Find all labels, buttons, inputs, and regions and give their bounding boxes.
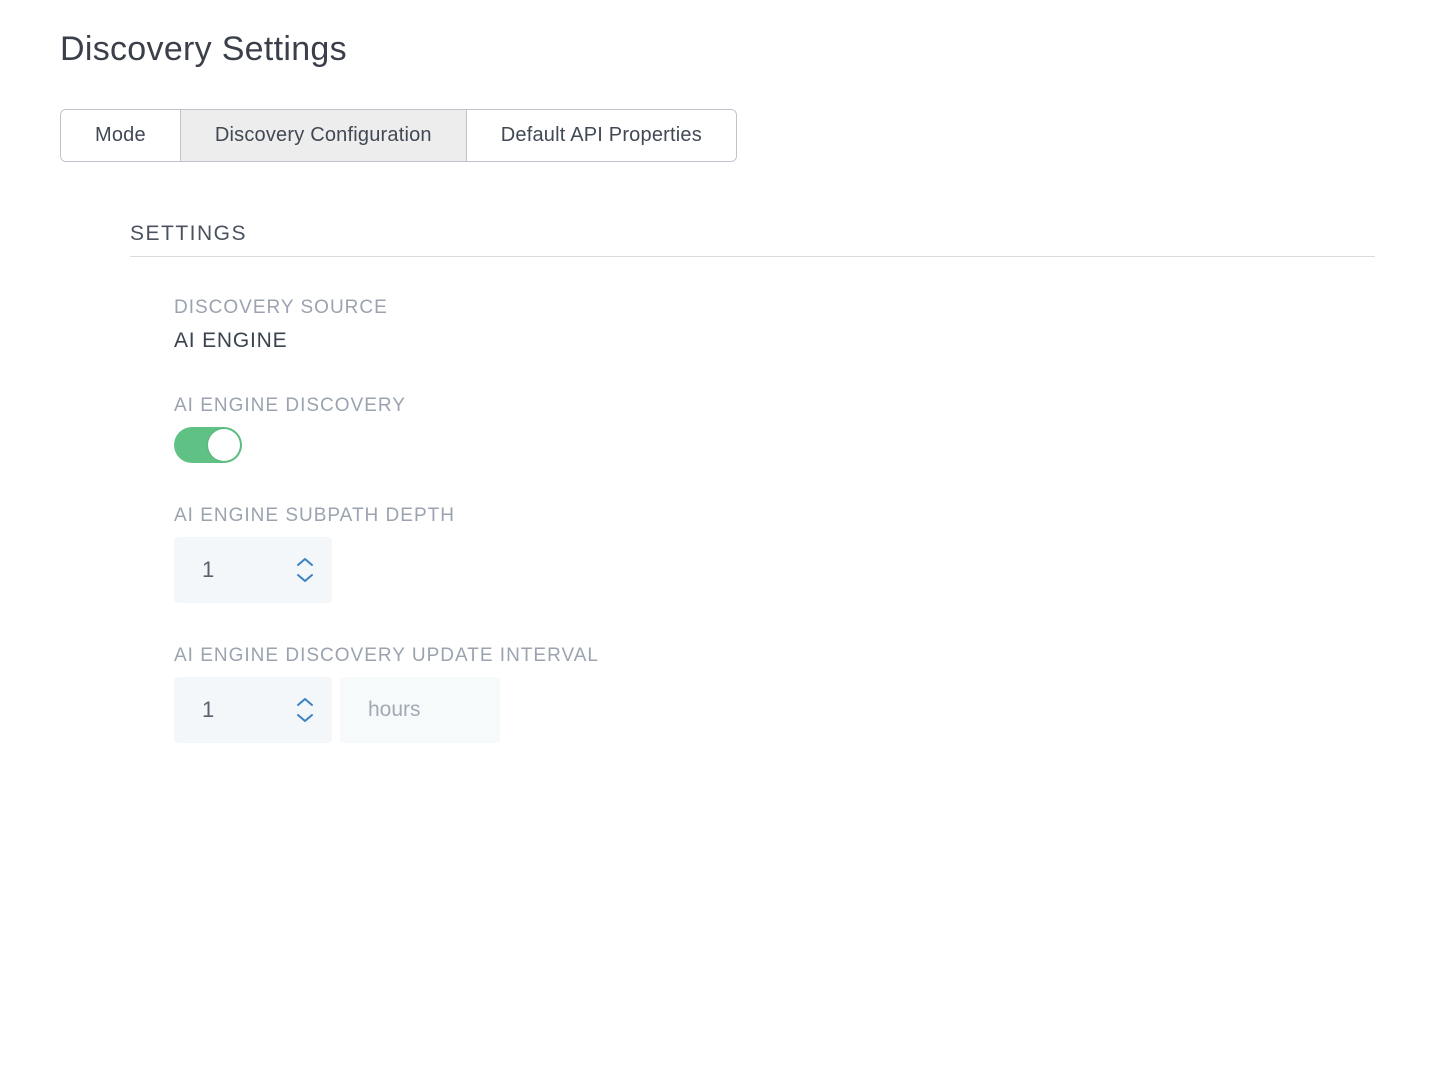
stepper-value: 1 xyxy=(202,697,214,723)
tab-default-api-properties[interactable]: Default API Properties xyxy=(466,110,736,161)
decrement-button[interactable] xyxy=(296,573,314,583)
toggle-knob xyxy=(208,429,240,461)
stepper-value: 1 xyxy=(202,557,214,583)
tab-discovery-configuration[interactable]: Discovery Configuration xyxy=(180,110,466,161)
field-ai-engine-discovery: AI ENGINE DISCOVERY xyxy=(174,395,1375,463)
field-label: DISCOVERY SOURCE xyxy=(174,297,1375,319)
chevron-up-icon xyxy=(296,697,314,707)
update-interval-unit[interactable]: hours xyxy=(340,677,500,743)
chevron-down-icon xyxy=(296,573,314,583)
chevron-down-icon xyxy=(296,713,314,723)
chevron-up-icon xyxy=(296,557,314,567)
increment-button[interactable] xyxy=(296,557,314,567)
tab-mode[interactable]: Mode xyxy=(61,110,180,161)
fields-container: DISCOVERY SOURCE AI ENGINE AI ENGINE DIS… xyxy=(130,297,1375,743)
section-heading: SETTINGS xyxy=(130,222,1375,257)
subpath-depth-stepper[interactable]: 1 xyxy=(174,537,332,603)
stepper-arrows xyxy=(296,557,314,583)
tabs: Mode Discovery Configuration Default API… xyxy=(60,109,737,162)
settings-panel: SETTINGS DISCOVERY SOURCE AI ENGINE AI E… xyxy=(60,222,1375,743)
field-value: AI ENGINE xyxy=(174,329,1375,353)
page-title: Discovery Settings xyxy=(60,30,1375,69)
increment-button[interactable] xyxy=(296,697,314,707)
field-label: AI ENGINE DISCOVERY xyxy=(174,395,1375,417)
field-label: AI ENGINE SUBPATH DEPTH xyxy=(174,505,1375,527)
field-discovery-source: DISCOVERY SOURCE AI ENGINE xyxy=(174,297,1375,353)
decrement-button[interactable] xyxy=(296,713,314,723)
field-subpath-depth: AI ENGINE SUBPATH DEPTH 1 xyxy=(174,505,1375,603)
field-label: AI ENGINE DISCOVERY UPDATE INTERVAL xyxy=(174,645,1375,667)
field-update-interval: AI ENGINE DISCOVERY UPDATE INTERVAL 1 ho… xyxy=(174,645,1375,743)
stepper-arrows xyxy=(296,697,314,723)
update-interval-stepper[interactable]: 1 xyxy=(174,677,332,743)
ai-engine-discovery-toggle[interactable] xyxy=(174,427,242,463)
